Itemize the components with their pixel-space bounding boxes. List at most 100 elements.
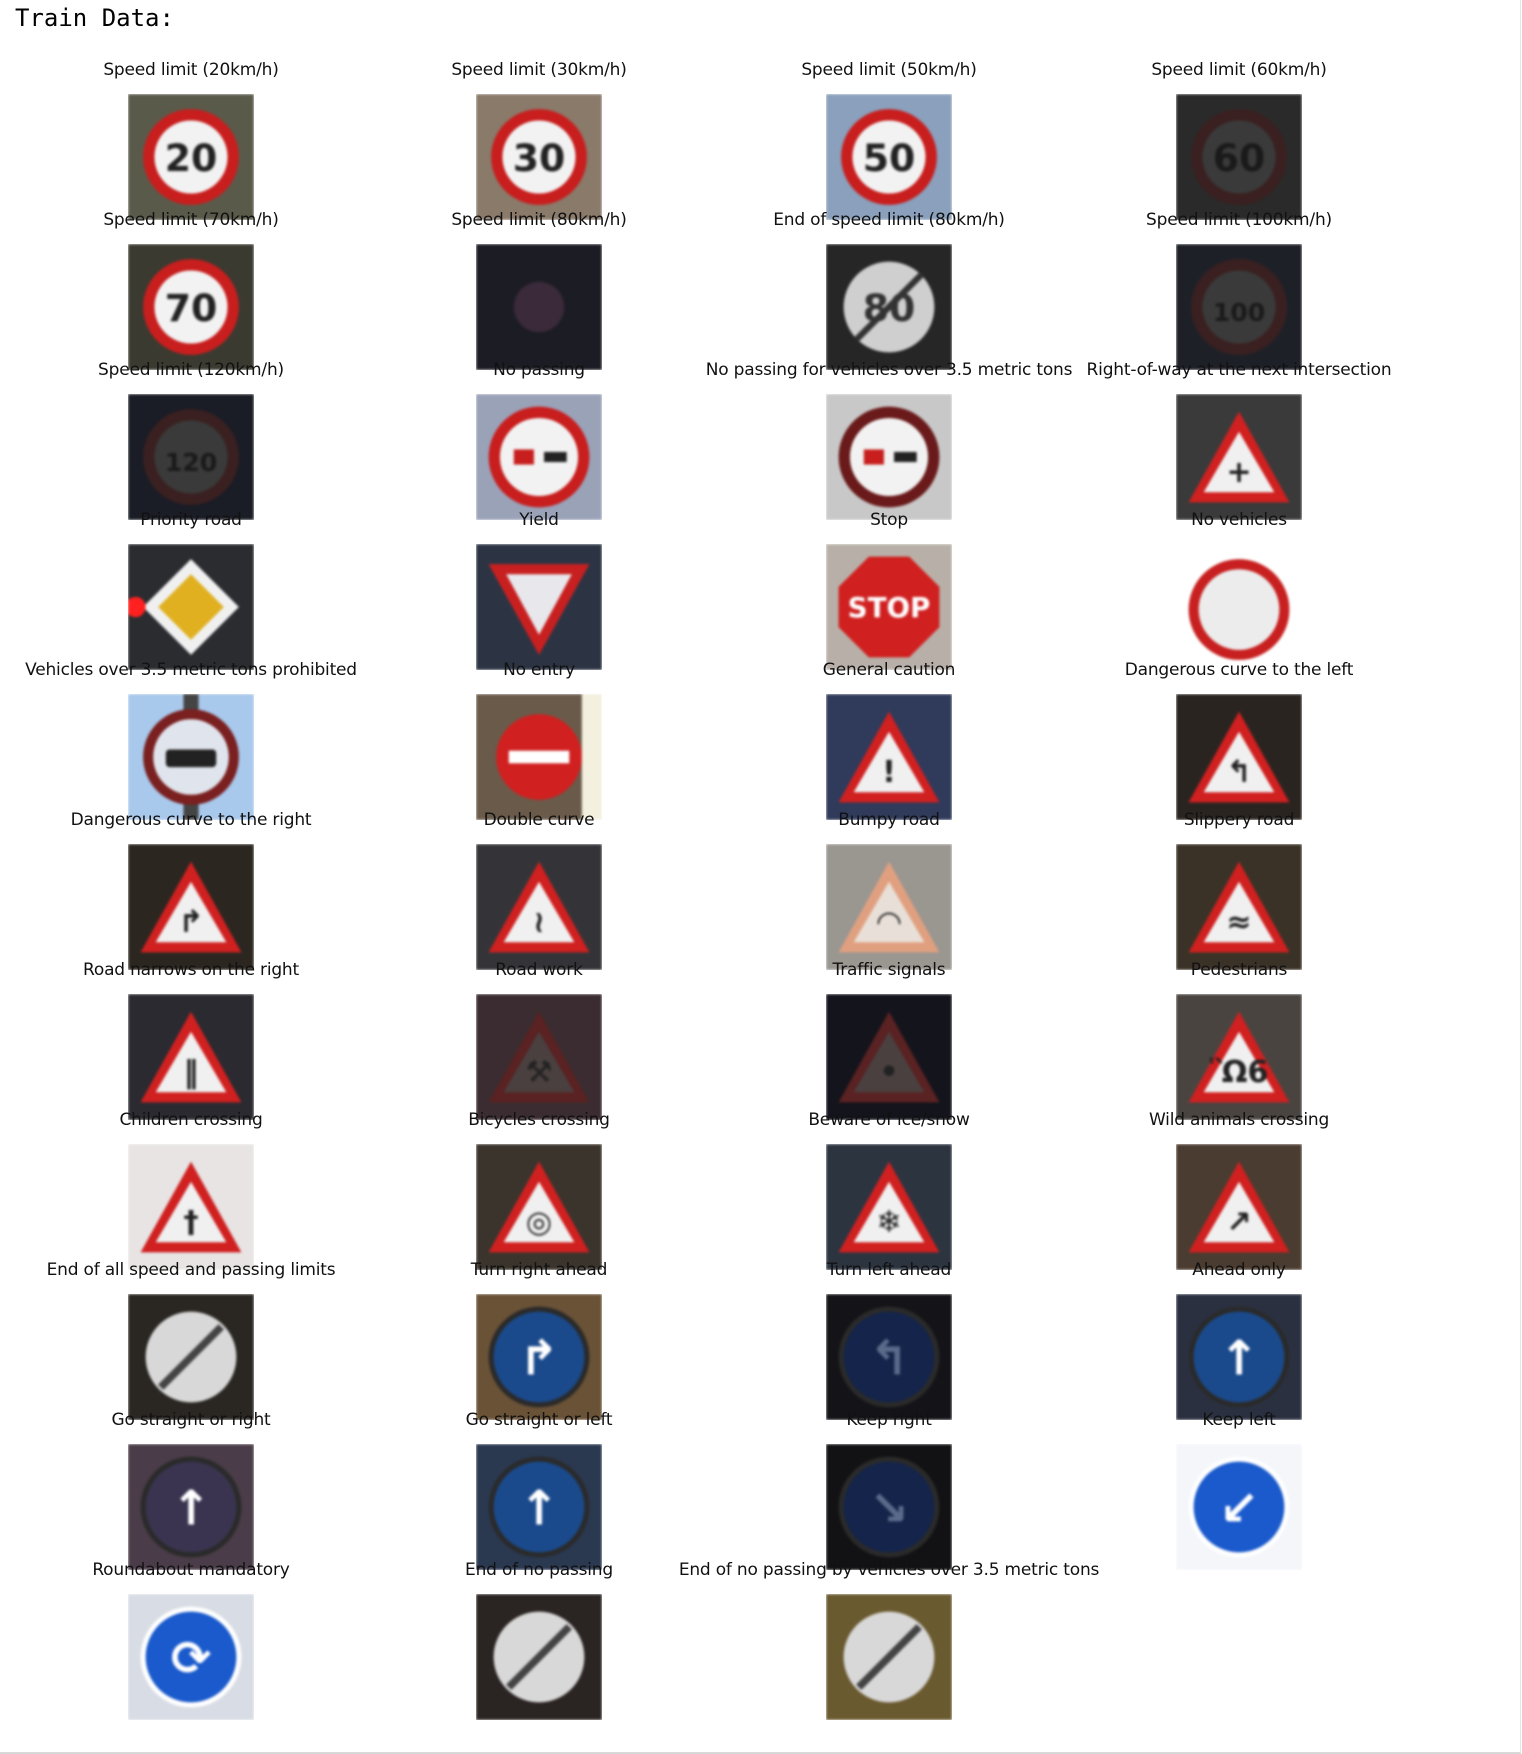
- sign-cell: ≀ Double curve: [476, 810, 602, 970]
- general-caution-sign-image: !: [826, 694, 952, 820]
- svg-text:❄: ❄: [876, 1205, 901, 1240]
- sign-label: Keep left: [1202, 1410, 1276, 1430]
- svg-text:50: 50: [863, 136, 916, 180]
- svg-text:120: 120: [165, 448, 218, 477]
- bumpy-road-sign-image: ◠: [826, 844, 952, 970]
- yield-sign-icon: [476, 544, 602, 670]
- slippery-road-sign-icon: ≈: [1176, 844, 1302, 970]
- sign-cell: ❄ Beware of ice/snow: [808, 1110, 970, 1270]
- sign-label: Children crossing: [119, 1110, 263, 1130]
- sign-label: No passing: [493, 360, 585, 380]
- bumpy-road-sign-icon: ◠: [826, 844, 952, 970]
- straight-or-left-sign-icon: ↑: [476, 1444, 602, 1570]
- turn-right-sign-icon: ↱: [476, 1294, 602, 1420]
- sign-label: Road narrows on the right: [83, 960, 299, 980]
- svg-text:↰: ↰: [1226, 755, 1251, 790]
- sign-cell: 100 Speed limit (100km/h): [1146, 210, 1332, 370]
- sign-cell: ↑ Ahead only: [1176, 1260, 1302, 1420]
- svg-text:!: !: [882, 755, 896, 790]
- sign-cell: Vehicles over 3.5 metric tons prohibited: [25, 660, 357, 820]
- svg-text:60: 60: [1213, 136, 1266, 180]
- sign-label: General caution: [822, 660, 956, 680]
- sign-cell: No vehicles: [1176, 510, 1302, 670]
- sign-cell: ⟳ Roundabout mandatory: [92, 1560, 290, 1720]
- sign-cell: STOP Stop: [826, 510, 952, 670]
- svg-text:STOP: STOP: [848, 591, 931, 624]
- sign-label: Stop: [870, 510, 908, 530]
- sign-cell: ↑ Go straight or right: [111, 1410, 271, 1570]
- speed-limit-120-sign-icon: 120: [128, 394, 254, 520]
- sign-cell: ◎ Bicycles crossing: [468, 1110, 610, 1270]
- pedestrians-sign-image: Ὣ6: [1176, 994, 1302, 1120]
- end-speed-limit-80-sign-icon: 80: [826, 244, 952, 370]
- right-of-way-sign-image: +: [1176, 394, 1302, 520]
- sign-label: End of all speed and passing limits: [46, 1260, 336, 1280]
- no-vehicles-sign-image: [1176, 544, 1302, 670]
- sign-cell: 80 End of speed limit (80km/h): [773, 210, 1005, 370]
- sign-cell: • Traffic signals: [826, 960, 952, 1120]
- children-crossing-sign-image: †: [128, 1144, 254, 1270]
- end-all-limits-sign-image: [128, 1294, 254, 1420]
- svg-text:↘: ↘: [869, 1482, 909, 1537]
- curve-left-sign-icon: ↰: [1176, 694, 1302, 820]
- sign-cell: ↘ Keep right: [826, 1410, 952, 1570]
- svg-text:◠: ◠: [877, 905, 901, 940]
- ice-snow-sign-image: ❄: [826, 1144, 952, 1270]
- sign-label: Slippery road: [1183, 810, 1295, 830]
- sign-label: Ahead only: [1192, 1260, 1286, 1280]
- curve-left-sign-image: ↰: [1176, 694, 1302, 820]
- sign-grid: 20 Speed limit (20km/h) 30 Speed limit (30k…: [0, 0, 1522, 1754]
- sign-cell: ↱ Dangerous curve to the right: [71, 810, 312, 970]
- speed-limit-20-sign-image: 20: [128, 94, 254, 220]
- traffic-signals-sign-image: •: [826, 994, 952, 1120]
- svg-text:↑: ↑: [1219, 1332, 1259, 1387]
- sign-cell: 120 Speed limit (120km/h): [98, 360, 284, 520]
- sign-cell: ↰ Turn left ahead: [826, 1260, 952, 1420]
- sign-cell: † Children crossing: [119, 1110, 263, 1270]
- sign-cell: ↑ Go straight or left: [466, 1410, 613, 1570]
- yield-sign-image: [476, 544, 602, 670]
- speed-limit-60-sign-image: 60: [1176, 94, 1302, 220]
- sign-cell: Speed limit (80km/h): [451, 210, 627, 370]
- svg-text:↰: ↰: [869, 1332, 909, 1387]
- double-curve-sign-icon: ≀: [476, 844, 602, 970]
- turn-left-sign-icon: ↰: [826, 1294, 952, 1420]
- svg-text:100: 100: [1213, 298, 1266, 327]
- svg-text:70: 70: [165, 286, 218, 330]
- svg-text:†: †: [183, 1205, 198, 1240]
- svg-text:≈: ≈: [1226, 905, 1251, 940]
- road-narrows-sign-icon: ‖: [128, 994, 254, 1120]
- end-speed-limit-80-sign-image: 80: [826, 244, 952, 370]
- stop-sign-icon: STOP: [826, 544, 952, 670]
- svg-text:•: •: [879, 1055, 898, 1090]
- road-work-sign-image: ⚒: [476, 994, 602, 1120]
- sign-cell: 30 Speed limit (30km/h): [451, 60, 627, 220]
- sign-label: Speed limit (100km/h): [1146, 210, 1332, 230]
- no-vehicles-sign-icon: [1176, 544, 1302, 670]
- children-crossing-sign-icon: †: [128, 1144, 254, 1270]
- straight-or-left-sign-image: ↑: [476, 1444, 602, 1570]
- straight-or-right-sign-image: ↑: [128, 1444, 254, 1570]
- sign-cell: End of no passing by vehicles over 3.5 m…: [679, 1560, 1099, 1720]
- ahead-only-sign-icon: ↑: [1176, 1294, 1302, 1420]
- sign-label: Speed limit (30km/h): [451, 60, 627, 80]
- sign-cell: ↰ Dangerous curve to the left: [1125, 660, 1353, 820]
- sign-label: Dangerous curve to the right: [70, 810, 312, 830]
- sign-cell: ↙ Keep left: [1176, 1410, 1302, 1570]
- turn-right-sign-image: ↱: [476, 1294, 602, 1420]
- svg-text:↱: ↱: [178, 905, 203, 940]
- speed-limit-60-sign-icon: 60: [1176, 94, 1302, 220]
- end-no-passing-sign-icon: [476, 1594, 602, 1720]
- sign-label: Wild animals crossing: [1148, 1110, 1330, 1130]
- wild-animals-sign-image: ↗: [1176, 1144, 1302, 1270]
- no-passing-trucks-sign-icon: [826, 394, 952, 520]
- sign-cell: 50 Speed limit (50km/h): [801, 60, 977, 220]
- priority-road-sign-image: [128, 544, 254, 670]
- keep-left-sign-image: ↙: [1176, 1444, 1302, 1570]
- no-trucks-sign-icon: [128, 694, 254, 820]
- double-curve-sign-image: ≀: [476, 844, 602, 970]
- wild-animals-sign-icon: ↗: [1176, 1144, 1302, 1270]
- roundabout-sign-icon: ⟳: [128, 1594, 254, 1720]
- keep-right-sign-icon: ↘: [826, 1444, 952, 1570]
- sign-cell: + Right-of-way at the next intersection: [1087, 360, 1392, 520]
